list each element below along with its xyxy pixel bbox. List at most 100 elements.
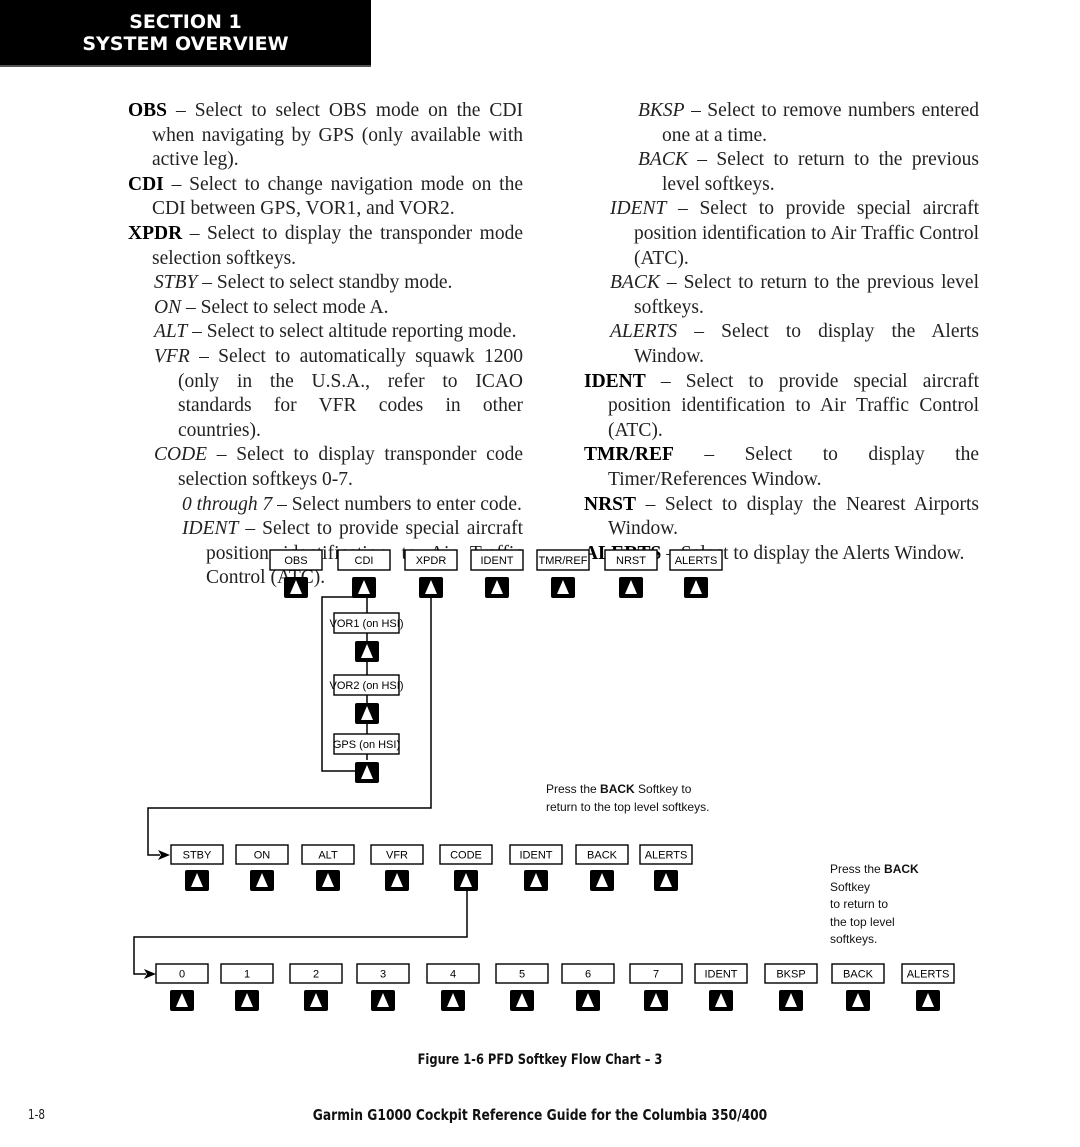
- softkey-tmr-ref: TMR/REF: [536, 549, 590, 571]
- definition-term: 0 through 7: [182, 493, 273, 515]
- up-arrow-softkey-icon[interactable]: [355, 762, 379, 783]
- definition-text: – Select to provide special aircraft pos…: [634, 198, 979, 269]
- definition-entry: ON – Select to select mode A.: [128, 296, 523, 321]
- left-text-column: OBS – Select to select OBS mode on the C…: [128, 99, 523, 591]
- definition-entry: STBY – Select to select standby mode.: [128, 271, 523, 296]
- footer-title: Garmin G1000 Cockpit Reference Guide for…: [312, 1106, 768, 1124]
- definition-term: TMR/REF: [584, 444, 674, 466]
- up-arrow-softkey-icon[interactable]: [454, 870, 478, 891]
- note-xpdr-back: Press the BACK Softkey to return to the …: [546, 781, 716, 816]
- definition-text: – Select to display transponder code sel…: [178, 444, 523, 490]
- note-text: softkeys.: [830, 932, 878, 946]
- up-arrow-softkey-icon[interactable]: [916, 990, 940, 1011]
- definition-entry: BACK – Select to return to the previous …: [584, 148, 979, 197]
- definition-term: IDENT: [584, 370, 646, 392]
- softkey-label-text: VOR2 (on HSI): [330, 680, 404, 692]
- note-text: Press the: [546, 782, 601, 796]
- note-code-back: Press the BACK Softkey to return to the …: [830, 861, 960, 949]
- softkey-label-text: NRST: [616, 555, 646, 567]
- up-arrow-softkey-icon[interactable]: [644, 990, 668, 1011]
- up-arrow-softkey-icon[interactable]: [385, 870, 409, 891]
- xpdr-softkey-alerts: ALERTS: [639, 844, 693, 865]
- definition-text: – Select to select OBS mode on the CDI w…: [152, 100, 523, 171]
- up-arrow-softkey-icon[interactable]: [235, 990, 259, 1011]
- softkey-label-text: 7: [653, 969, 659, 981]
- definition-entry: BACK – Select to return to the previous …: [584, 271, 979, 320]
- xpdr-softkey-back: BACK: [575, 844, 629, 865]
- definition-entry: CODE – Select to display transponder cod…: [128, 443, 523, 492]
- section-title: SYSTEM OVERVIEW: [82, 33, 289, 55]
- softkey-label-text: 2: [313, 969, 319, 981]
- softkey-label-text: 4: [450, 969, 456, 981]
- definition-entry: OBS – Select to select OBS mode on the C…: [128, 99, 523, 173]
- definition-term: IDENT: [610, 198, 667, 220]
- softkey-label-text: GPS (on HSI): [333, 739, 400, 751]
- softkey-xpdr: XPDR: [404, 549, 458, 571]
- definition-term: ON: [154, 296, 182, 318]
- up-arrow-softkey-icon[interactable]: [576, 990, 600, 1011]
- cdi-mode-0: VOR1 (on HSI): [330, 612, 404, 634]
- definition-term: STBY: [154, 272, 198, 294]
- definition-entry: ALERTS – Select to display the Alerts Wi…: [584, 320, 979, 369]
- softkey-label-text: ON: [254, 850, 271, 862]
- definition-text: – Select to display the Alerts Window.: [634, 321, 979, 367]
- up-arrow-softkey-icon[interactable]: [371, 990, 395, 1011]
- definition-text: – Select to select mode A.: [181, 296, 389, 318]
- up-arrow-softkey-icon[interactable]: [551, 577, 575, 598]
- softkey-label-text: 5: [519, 969, 525, 981]
- note-text: Softkey: [830, 879, 871, 894]
- softkey-label-text: BACK: [843, 969, 874, 981]
- definition-entry: 0 through 7 – Select numbers to enter co…: [128, 493, 523, 518]
- up-arrow-softkey-icon[interactable]: [779, 990, 803, 1011]
- softkey-obs: OBS: [269, 549, 323, 571]
- up-arrow-softkey-icon[interactable]: [709, 990, 733, 1011]
- definition-term: VFR: [154, 345, 190, 367]
- code-softkey-bksp: BKSP: [764, 963, 818, 984]
- code-softkey-0: 0: [155, 963, 209, 984]
- softkey-label-text: ALT: [318, 850, 338, 862]
- code-softkey-7: 7: [629, 963, 683, 984]
- softkey-label-text: 3: [380, 969, 386, 981]
- up-arrow-softkey-icon[interactable]: [441, 990, 465, 1011]
- up-arrow-softkey-icon[interactable]: [284, 577, 308, 598]
- definition-term: CDI: [128, 173, 164, 195]
- up-arrow-softkey-icon[interactable]: [485, 577, 509, 598]
- code-softkey-back: BACK: [831, 963, 885, 984]
- up-arrow-softkey-icon[interactable]: [352, 577, 376, 598]
- up-arrow-softkey-icon[interactable]: [170, 990, 194, 1011]
- up-arrow-softkey-icon[interactable]: [654, 870, 678, 891]
- softkey-label-text: 0: [179, 969, 185, 981]
- definition-entry: IDENT – Select to provide special aircra…: [128, 517, 523, 591]
- up-arrow-softkey-icon[interactable]: [590, 870, 614, 891]
- up-arrow-softkey-icon[interactable]: [316, 870, 340, 891]
- up-arrow-softkey-icon[interactable]: [304, 990, 328, 1011]
- code-softkey-5: 5: [495, 963, 549, 984]
- definition-entry: CDI – Select to change navigation mode o…: [128, 173, 523, 222]
- section-number: SECTION 1: [129, 11, 242, 33]
- softkey-ident: IDENT: [470, 549, 524, 571]
- up-arrow-softkey-icon[interactable]: [684, 577, 708, 598]
- code-softkey-alerts: ALERTS: [901, 963, 955, 984]
- note-text: the top level: [830, 914, 895, 929]
- cdi-mode-2: GPS (on HSI): [333, 733, 400, 755]
- xpdr-softkey-alt: ALT: [301, 844, 355, 865]
- xpdr-softkey-code: CODE: [439, 844, 493, 865]
- up-arrow-softkey-icon[interactable]: [510, 990, 534, 1011]
- softkey-label-text: 1: [244, 969, 250, 981]
- softkey-label-text: VOR1 (on HSI): [330, 618, 404, 630]
- definition-term: NRST: [584, 493, 637, 515]
- up-arrow-softkey-icon[interactable]: [419, 577, 443, 598]
- xpdr-softkey-vfr: VFR: [370, 844, 424, 865]
- up-arrow-softkey-icon[interactable]: [355, 703, 379, 724]
- up-arrow-softkey-icon[interactable]: [185, 870, 209, 891]
- definition-text: – Select numbers to enter code.: [272, 493, 522, 515]
- xpdr-softkey-stby: STBY: [170, 844, 224, 865]
- figure-caption: Figure 1-6 PFD Softkey Flow Chart – 3: [417, 1052, 663, 1068]
- up-arrow-softkey-icon[interactable]: [619, 577, 643, 598]
- up-arrow-softkey-icon[interactable]: [846, 990, 870, 1011]
- definition-text: – Select to select standby mode.: [197, 272, 453, 294]
- up-arrow-softkey-icon[interactable]: [524, 870, 548, 891]
- up-arrow-softkey-icon[interactable]: [250, 870, 274, 891]
- softkey-label-text: ALERTS: [645, 850, 688, 862]
- up-arrow-softkey-icon[interactable]: [355, 641, 379, 662]
